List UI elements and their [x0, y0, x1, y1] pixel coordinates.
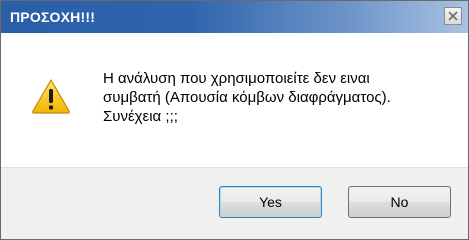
close-icon: [448, 11, 458, 21]
window-title: ΠΡΟΣΟΧΗ!!!: [10, 9, 96, 25]
message-line: συμβατή (Απουσία κόμβων διαφράγματος).: [103, 89, 391, 106]
close-button[interactable]: [444, 7, 462, 25]
message-text: Η ανάλυση που χρησιμοποιείτε δεν ειναι σ…: [103, 69, 443, 126]
message-line: Η ανάλυση που χρησιμοποιείτε δεν ειναι: [103, 70, 370, 87]
yes-button[interactable]: Yes: [219, 186, 322, 218]
message-line: Συνέχεια ;;;: [103, 108, 178, 125]
title-bar[interactable]: ΠΡΟΣΟΧΗ!!!: [1, 1, 468, 33]
dialog-window: ΠΡΟΣΟΧΗ!!! Η ανάλυση που χρησιμοποιείτε …: [0, 0, 469, 240]
divider: [1, 167, 468, 168]
warning-icon: [32, 79, 70, 114]
no-button[interactable]: No: [348, 186, 451, 218]
dialog-body: Η ανάλυση που χρησιμοποιείτε δεν ειναι σ…: [1, 33, 468, 167]
